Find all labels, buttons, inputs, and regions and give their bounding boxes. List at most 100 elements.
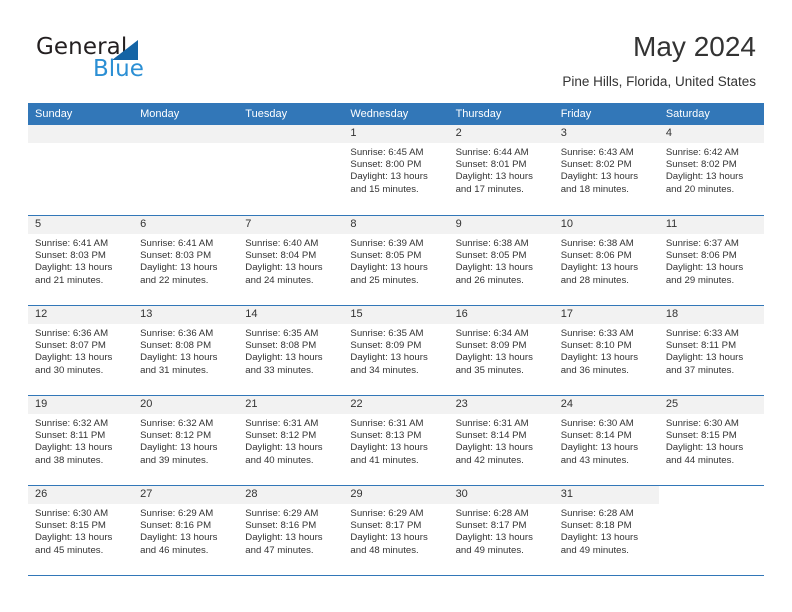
calendar-day-cell[interactable]: 19 Sunrise: 6:32 AM Sunset: 8:11 PM Dayligh… xyxy=(28,396,134,485)
day-detail-line: and 24 minutes. xyxy=(245,274,314,286)
calendar-day-cell[interactable]: 15 Sunrise: 6:35 AM Sunset: 8:09 PM Dayligh… xyxy=(343,306,449,395)
calendar-day-cell[interactable]: 7 Sunrise: 6:40 AM Sunset: 8:04 PM Daylight… xyxy=(238,216,344,305)
calendar-day-cell[interactable]: 26 Sunrise: 6:30 AM Sunset: 8:15 PM Dayligh… xyxy=(28,486,134,575)
day-number: 13 xyxy=(133,306,239,324)
day-detail-line: Sunrise: 6:38 AM xyxy=(560,238,634,249)
calendar-day-cell[interactable]: 31 Sunrise: 6:28 AM Sunset: 8:18 PM Dayligh… xyxy=(553,486,659,575)
day-detail-line: and 35 minutes. xyxy=(455,364,524,376)
calendar-day-cell[interactable]: 27 Sunrise: 6:29 AM Sunset: 8:16 PM Dayligh… xyxy=(133,486,239,575)
day-detail-line: and 25 minutes. xyxy=(350,274,419,286)
weekday-header-friday: Friday xyxy=(560,108,592,120)
calendar-day-cell[interactable]: 6 Sunrise: 6:41 AM Sunset: 8:03 PM Daylight… xyxy=(133,216,239,305)
day-details: Sunrise: 6:34 AM Sunset: 8:09 PM Daylight:… xyxy=(449,324,554,377)
calendar-day-cell[interactable]: 4 Sunrise: 6:42 AM Sunset: 8:02 PM Daylight… xyxy=(658,125,764,215)
day-detail-line: Daylight: 13 hours xyxy=(140,262,218,274)
calendar-day-cell[interactable]: 8 Sunrise: 6:39 AM Sunset: 8:05 PM Daylight… xyxy=(343,216,449,305)
day-detail-line: Sunrise: 6:32 AM xyxy=(140,418,214,429)
day-detail-line: Sunset: 8:02 PM xyxy=(665,159,737,171)
day-details: Sunrise: 6:42 AM Sunset: 8:02 PM Daylight:… xyxy=(659,143,764,196)
day-detail-line: Sunset: 8:09 PM xyxy=(350,340,422,352)
calendar-day-cell[interactable]: 30 Sunrise: 6:28 AM Sunset: 8:17 PM Dayligh… xyxy=(448,486,554,575)
calendar-day-cell[interactable]: 1 Sunrise: 6:45 AM Sunset: 8:00 PM Daylight… xyxy=(343,125,449,215)
day-details: Sunrise: 6:30 AM Sunset: 8:14 PM Daylight:… xyxy=(554,414,659,467)
day-detail-line: Sunrise: 6:32 AM xyxy=(35,418,109,429)
day-number xyxy=(28,125,134,143)
calendar-day-cell[interactable]: 23 Sunrise: 6:31 AM Sunset: 8:14 PM Dayligh… xyxy=(448,396,554,485)
calendar-day-cell[interactable]: 12 Sunrise: 6:36 AM Sunset: 8:07 PM Dayligh… xyxy=(28,306,134,395)
day-detail-line: Sunrise: 6:31 AM xyxy=(350,418,424,429)
day-detail-line: Sunrise: 6:35 AM xyxy=(245,328,319,339)
day-detail-line: and 41 minutes. xyxy=(350,454,419,466)
day-detail-line: Daylight: 13 hours xyxy=(140,442,218,454)
day-details: Sunrise: 6:32 AM Sunset: 8:11 PM Daylight:… xyxy=(28,414,133,467)
calendar-empty-cell xyxy=(238,125,344,215)
day-details: Sunrise: 6:33 AM Sunset: 8:10 PM Daylight:… xyxy=(554,324,659,377)
calendar-empty-cell xyxy=(133,125,239,215)
day-detail-line: and 44 minutes. xyxy=(665,454,735,466)
weekday-header-row: Sunday Monday Tuesday Wednesday Thursday Frid… xyxy=(28,103,764,125)
day-detail-line: and 33 minutes. xyxy=(245,364,314,376)
calendar-day-cell[interactable]: 16 Sunrise: 6:34 AM Sunset: 8:09 PM Dayligh… xyxy=(448,306,554,395)
day-detail-line: Sunrise: 6:33 AM xyxy=(560,328,634,339)
calendar-day-cell[interactable]: 20 Sunrise: 6:32 AM Sunset: 8:12 PM Dayligh… xyxy=(133,396,239,485)
weekday-header-sunday: Sunday xyxy=(35,108,73,120)
day-details: Sunrise: 6:30 AM Sunset: 8:15 PM Daylight:… xyxy=(28,504,133,557)
calendar-day-cell[interactable]: 9 Sunrise: 6:38 AM Sunset: 8:05 PM Daylight… xyxy=(448,216,554,305)
calendar-week-row: 19 Sunrise: 6:32 AM Sunset: 8:11 PM Dayligh… xyxy=(28,395,764,485)
day-detail-line: Daylight: 13 hours xyxy=(245,262,323,274)
day-detail-line: Daylight: 13 hours xyxy=(665,171,744,183)
day-detail-line: and 39 minutes. xyxy=(140,454,209,466)
day-detail-line: Sunset: 8:05 PM xyxy=(455,250,527,262)
day-number: 8 xyxy=(343,216,449,234)
calendar-day-cell[interactable]: 2 Sunrise: 6:44 AM Sunset: 8:01 PM Daylight… xyxy=(448,125,554,215)
calendar-day-cell[interactable]: 24 Sunrise: 6:30 AM Sunset: 8:14 PM Dayligh… xyxy=(553,396,659,485)
day-detail-line: Daylight: 13 hours xyxy=(560,262,639,274)
day-detail-line: Sunrise: 6:36 AM xyxy=(35,328,109,339)
day-detail-line: Daylight: 13 hours xyxy=(455,171,533,183)
day-details: Sunrise: 6:38 AM Sunset: 8:05 PM Daylight:… xyxy=(449,234,554,287)
day-detail-line: Sunset: 8:12 PM xyxy=(140,430,212,442)
day-details: Sunrise: 6:35 AM Sunset: 8:08 PM Daylight:… xyxy=(238,324,343,377)
calendar-day-cell[interactable]: 13 Sunrise: 6:36 AM Sunset: 8:08 PM Dayligh… xyxy=(133,306,239,395)
calendar-day-cell[interactable]: 29 Sunrise: 6:29 AM Sunset: 8:17 PM Dayligh… xyxy=(343,486,449,575)
day-detail-line: Sunset: 8:08 PM xyxy=(140,340,212,352)
day-number xyxy=(659,486,764,504)
day-detail-line: Sunrise: 6:42 AM xyxy=(665,147,739,158)
day-details: Sunrise: 6:38 AM Sunset: 8:06 PM Daylight:… xyxy=(554,234,659,287)
day-detail-line: Daylight: 13 hours xyxy=(140,352,218,364)
weekday-header-wednesday: Wednesday xyxy=(350,108,409,120)
calendar-day-cell[interactable]: 21 Sunrise: 6:31 AM Sunset: 8:12 PM Dayligh… xyxy=(238,396,344,485)
general-blue-logo[interactable]: General Blue xyxy=(36,36,256,82)
calendar-day-cell[interactable]: 3 Sunrise: 6:43 AM Sunset: 8:02 PM Daylight… xyxy=(553,125,659,215)
day-detail-line: and 28 minutes. xyxy=(560,274,629,286)
day-details: Sunrise: 6:29 AM Sunset: 8:16 PM Daylight:… xyxy=(133,504,238,557)
calendar-day-cell[interactable]: 25 Sunrise: 6:30 AM Sunset: 8:15 PM Dayligh… xyxy=(658,396,764,485)
calendar-day-cell[interactable]: 18 Sunrise: 6:33 AM Sunset: 8:11 PM Dayligh… xyxy=(658,306,764,395)
calendar-day-cell[interactable]: 10 Sunrise: 6:38 AM Sunset: 8:06 PM Dayligh… xyxy=(553,216,659,305)
day-number: 9 xyxy=(448,216,554,234)
day-detail-line: and 43 minutes. xyxy=(560,454,629,466)
calendar-day-cell[interactable]: 5 Sunrise: 6:41 AM Sunset: 8:03 PM Daylight… xyxy=(28,216,134,305)
day-detail-line: Sunset: 8:15 PM xyxy=(665,430,737,442)
day-detail-line: Sunrise: 6:28 AM xyxy=(455,508,529,519)
calendar-day-cell[interactable]: 28 Sunrise: 6:29 AM Sunset: 8:16 PM Dayligh… xyxy=(238,486,344,575)
calendar-day-cell[interactable]: 14 Sunrise: 6:35 AM Sunset: 8:08 PM Dayligh… xyxy=(238,306,344,395)
day-number: 21 xyxy=(238,396,344,414)
day-detail-line: Sunrise: 6:29 AM xyxy=(245,508,319,519)
calendar-day-cell[interactable]: 17 Sunrise: 6:33 AM Sunset: 8:10 PM Dayligh… xyxy=(553,306,659,395)
day-detail-line: Daylight: 13 hours xyxy=(35,352,113,364)
day-detail-line: Sunrise: 6:30 AM xyxy=(665,418,739,429)
day-detail-line: Daylight: 13 hours xyxy=(560,442,639,454)
calendar-day-cell[interactable]: 22 Sunrise: 6:31 AM Sunset: 8:13 PM Dayligh… xyxy=(343,396,449,485)
day-detail-line: Daylight: 13 hours xyxy=(35,442,113,454)
day-detail-line: Daylight: 13 hours xyxy=(245,352,323,364)
day-detail-line: Sunset: 8:08 PM xyxy=(245,340,317,352)
day-detail-line: Sunrise: 6:30 AM xyxy=(560,418,634,429)
day-detail-line: and 42 minutes. xyxy=(455,454,524,466)
day-detail-line: and 46 minutes. xyxy=(140,544,209,556)
calendar-week-row: 12 Sunrise: 6:36 AM Sunset: 8:07 PM Dayligh… xyxy=(28,305,764,395)
calendar-day-cell[interactable]: 11 Sunrise: 6:37 AM Sunset: 8:06 PM Dayligh… xyxy=(658,216,764,305)
day-details: Sunrise: 6:41 AM Sunset: 8:03 PM Daylight:… xyxy=(133,234,238,287)
day-number: 14 xyxy=(238,306,344,324)
day-detail-line: Daylight: 13 hours xyxy=(560,352,639,364)
